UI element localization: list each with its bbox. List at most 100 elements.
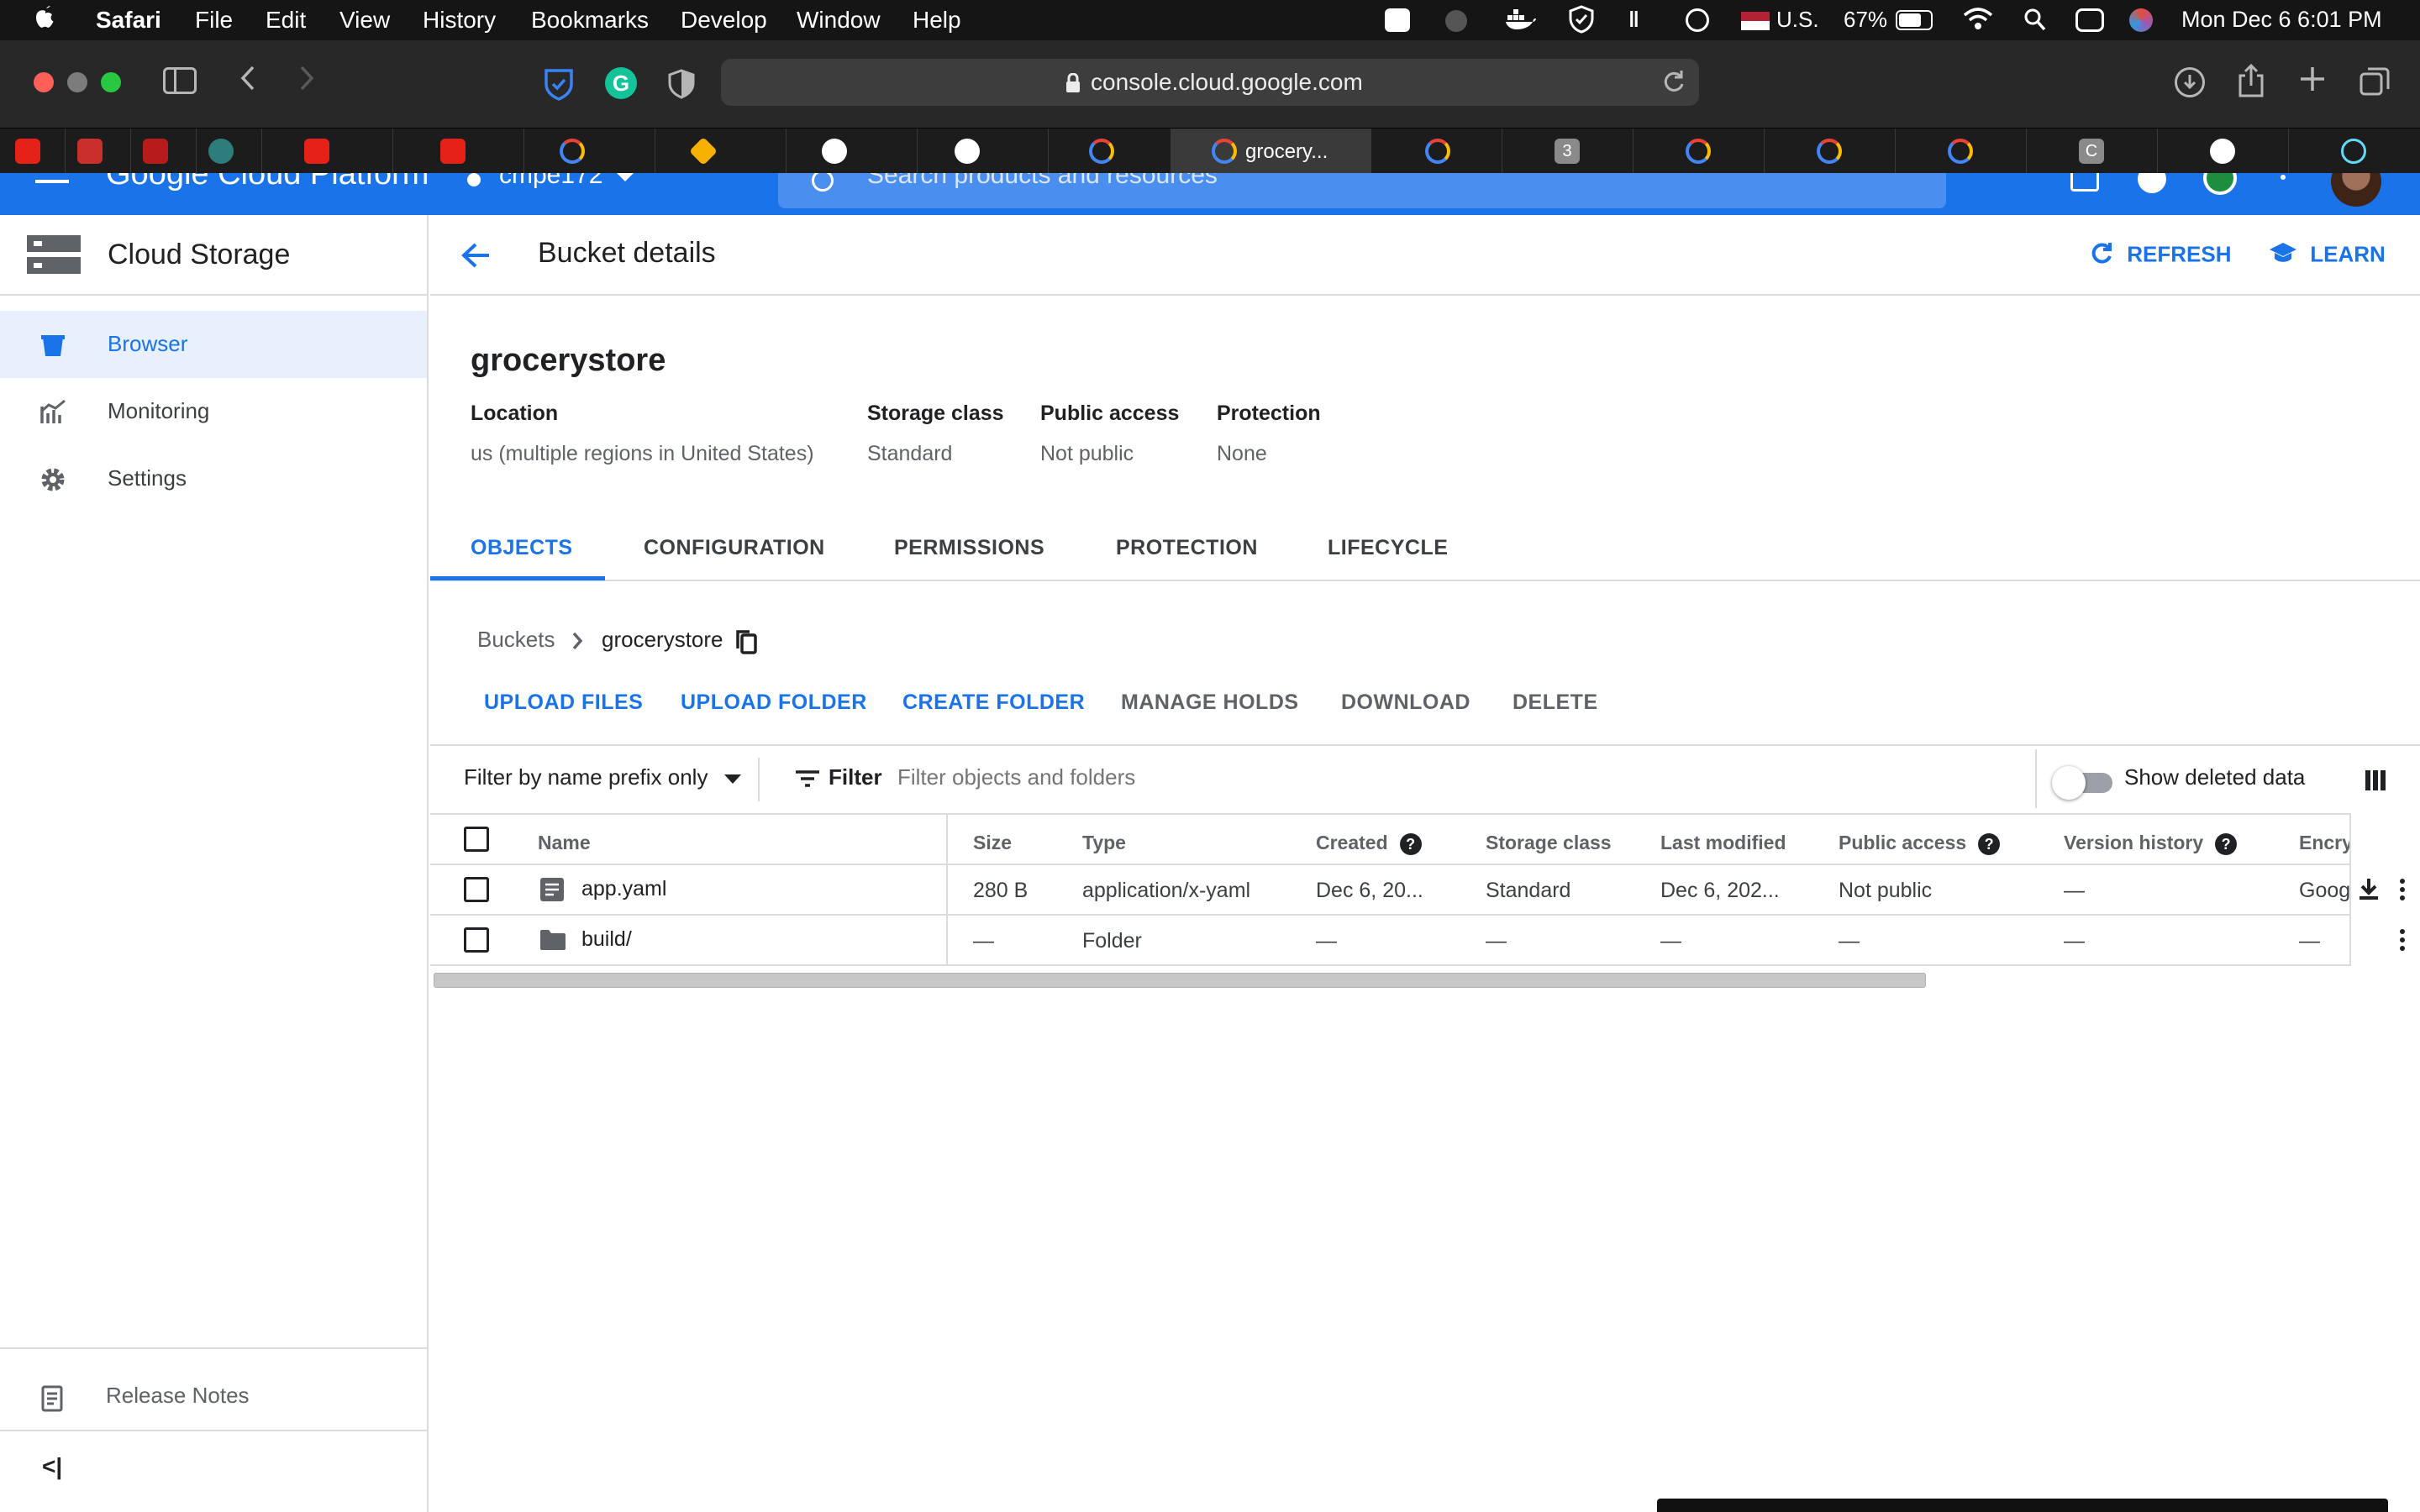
- tab-gcloud-3[interactable]: [1371, 129, 1502, 174]
- wifi-icon[interactable]: [1963, 7, 1993, 38]
- row-menu-icon[interactable]: [2400, 929, 2405, 934]
- menu-file[interactable]: File: [195, 7, 233, 34]
- column-display-icon[interactable]: [2365, 769, 2386, 795]
- tab-github-1[interactable]: [786, 129, 918, 174]
- back-icon[interactable]: [239, 64, 257, 100]
- docker-icon[interactable]: [1504, 7, 1538, 38]
- sidebar-toggle-icon[interactable]: [163, 67, 197, 94]
- column-header-size[interactable]: Size: [973, 832, 1012, 854]
- table-row[interactable]: app.yaml 280 B application/x-yaml Dec 6,…: [430, 865, 2420, 914]
- new-tab-icon[interactable]: [2297, 64, 2328, 98]
- project-selector[interactable]: cmpe172: [499, 173, 602, 190]
- sidebar-item-monitoring[interactable]: Monitoring: [0, 378, 427, 445]
- show-deleted-toggle[interactable]: [2052, 766, 2119, 800]
- upload-files-button[interactable]: UPLOAD FILES: [484, 690, 643, 715]
- tab-red-app[interactable]: [66, 129, 131, 174]
- circle-status-icon[interactable]: [1445, 10, 1467, 32]
- privacy-shield-icon[interactable]: [667, 69, 696, 103]
- menu-view[interactable]: View: [339, 7, 390, 34]
- column-header-version-history[interactable]: Version history?: [2064, 832, 2238, 855]
- column-header-storage-class[interactable]: Storage class: [1486, 832, 1612, 854]
- apple-menu-icon[interactable]: [34, 3, 57, 39]
- share-icon[interactable]: [2237, 62, 2265, 103]
- gcp-product-name[interactable]: Google Cloud Platform: [106, 173, 429, 192]
- tab-youtube-1[interactable]: [0, 129, 66, 174]
- tab-react[interactable]: [2289, 129, 2420, 174]
- row-checkbox[interactable]: [464, 877, 489, 902]
- tab-permissions[interactable]: PERMISSIONS: [894, 536, 1044, 560]
- select-all-checkbox[interactable]: [464, 827, 489, 852]
- column-header-type[interactable]: Type: [1082, 832, 1126, 854]
- tab-badge-c[interactable]: C: [2027, 129, 2158, 174]
- tab-lifecycle[interactable]: LIFECYCLE: [1328, 536, 1448, 560]
- notifications-icon[interactable]: [2203, 173, 2237, 195]
- help-icon[interactable]: ?: [2215, 832, 2238, 855]
- tab-gcloud-2[interactable]: [1049, 129, 1171, 174]
- shield-check-icon[interactable]: [1568, 5, 1595, 39]
- tab-github-2[interactable]: [918, 129, 1049, 174]
- sidebar-item-browser[interactable]: Browser: [0, 311, 427, 378]
- menu-window[interactable]: Window: [797, 7, 881, 34]
- download-button[interactable]: DOWNLOAD: [1341, 690, 1470, 715]
- filter-input[interactable]: [897, 758, 1822, 796]
- tab-configuration[interactable]: CONFIGURATION: [644, 536, 825, 560]
- tab-teal[interactable]: [197, 129, 262, 174]
- help-icon[interactable]: ?: [1978, 832, 2001, 855]
- horizontal-scrollbar[interactable]: [434, 973, 1926, 988]
- menu-develop[interactable]: Develop: [681, 7, 767, 34]
- refresh-button[interactable]: REFRESH: [2089, 240, 2231, 271]
- airpods-icon[interactable]: ǁ: [1628, 7, 1639, 33]
- breadcrumb-root[interactable]: Buckets: [477, 627, 555, 652]
- tab-badge-3[interactable]: 3: [1502, 129, 1634, 174]
- bitwarden-extension-icon[interactable]: [543, 67, 575, 105]
- download-row-icon[interactable]: [2358, 877, 2380, 905]
- create-folder-button[interactable]: CREATE FOLDER: [902, 690, 1085, 715]
- zoom-window-button[interactable]: [101, 72, 121, 92]
- row-checkbox[interactable]: [464, 927, 489, 953]
- learn-button[interactable]: LEARN: [2269, 240, 2386, 271]
- menu-help[interactable]: Help: [913, 7, 961, 34]
- manage-holds-button[interactable]: MANAGE HOLDS: [1121, 690, 1299, 715]
- tab-gcloud-1[interactable]: [524, 129, 655, 174]
- address-bar[interactable]: console.cloud.google.com: [721, 59, 1699, 106]
- avatar[interactable]: [2331, 173, 2381, 207]
- spotlight-search-icon[interactable]: [2023, 7, 2047, 38]
- menu-bookmarks[interactable]: Bookmarks: [531, 7, 649, 34]
- tab-youtube-3[interactable]: [393, 129, 524, 174]
- copy-icon[interactable]: [734, 628, 758, 659]
- tab-gcloud-4[interactable]: [1634, 129, 1765, 174]
- column-header-encryption[interactable]: Encry: [2299, 832, 2353, 854]
- object-name-link[interactable]: build/: [581, 927, 632, 952]
- column-header-public-access[interactable]: Public access?: [1839, 832, 2001, 855]
- reload-icon[interactable]: [1662, 69, 1686, 100]
- tab-objects[interactable]: OBJECTS: [471, 536, 573, 560]
- column-header-created[interactable]: Created?: [1316, 832, 1422, 855]
- tab-overview-icon[interactable]: [2358, 66, 2391, 103]
- column-header-last-modified[interactable]: Last modified: [1660, 832, 1786, 854]
- tab-youtube-2[interactable]: [262, 129, 393, 174]
- project-dropdown-icon[interactable]: [617, 173, 634, 181]
- object-name-link[interactable]: app.yaml: [581, 877, 666, 901]
- collapse-sidebar-icon[interactable]: <|: [42, 1453, 62, 1480]
- minimize-window-button[interactable]: [67, 72, 87, 92]
- table-row[interactable]: build/ — Folder — — — — — —: [430, 916, 2420, 964]
- help-icon[interactable]: ?: [1399, 832, 1422, 855]
- grammarly-extension-icon[interactable]: G: [605, 67, 637, 99]
- battery-icon[interactable]: [1896, 10, 1933, 30]
- menu-app-name[interactable]: Safari: [96, 7, 161, 34]
- menu-edit[interactable]: Edit: [266, 7, 306, 34]
- downloads-icon[interactable]: [2175, 67, 2205, 97]
- cloud-shell-icon[interactable]: [2070, 173, 2099, 192]
- close-window-button[interactable]: [34, 72, 54, 92]
- menu-history[interactable]: History: [423, 7, 496, 34]
- help-icon[interactable]: [2138, 173, 2166, 193]
- tab-gcloud-5[interactable]: [1765, 129, 1896, 174]
- siri-icon[interactable]: [2129, 8, 2153, 32]
- menubar-clock[interactable]: Mon Dec 6 6:01 PM: [2181, 7, 2382, 33]
- tab-gcloud-6[interactable]: [1896, 129, 2027, 174]
- sidebar-item-settings[interactable]: Settings: [0, 445, 427, 512]
- upload-folder-button[interactable]: UPLOAD FOLDER: [681, 690, 867, 715]
- tab-grocery-active[interactable]: grocery...: [1171, 129, 1371, 174]
- tab-protection[interactable]: PROTECTION: [1116, 536, 1258, 560]
- column-header-name[interactable]: Name: [538, 832, 591, 854]
